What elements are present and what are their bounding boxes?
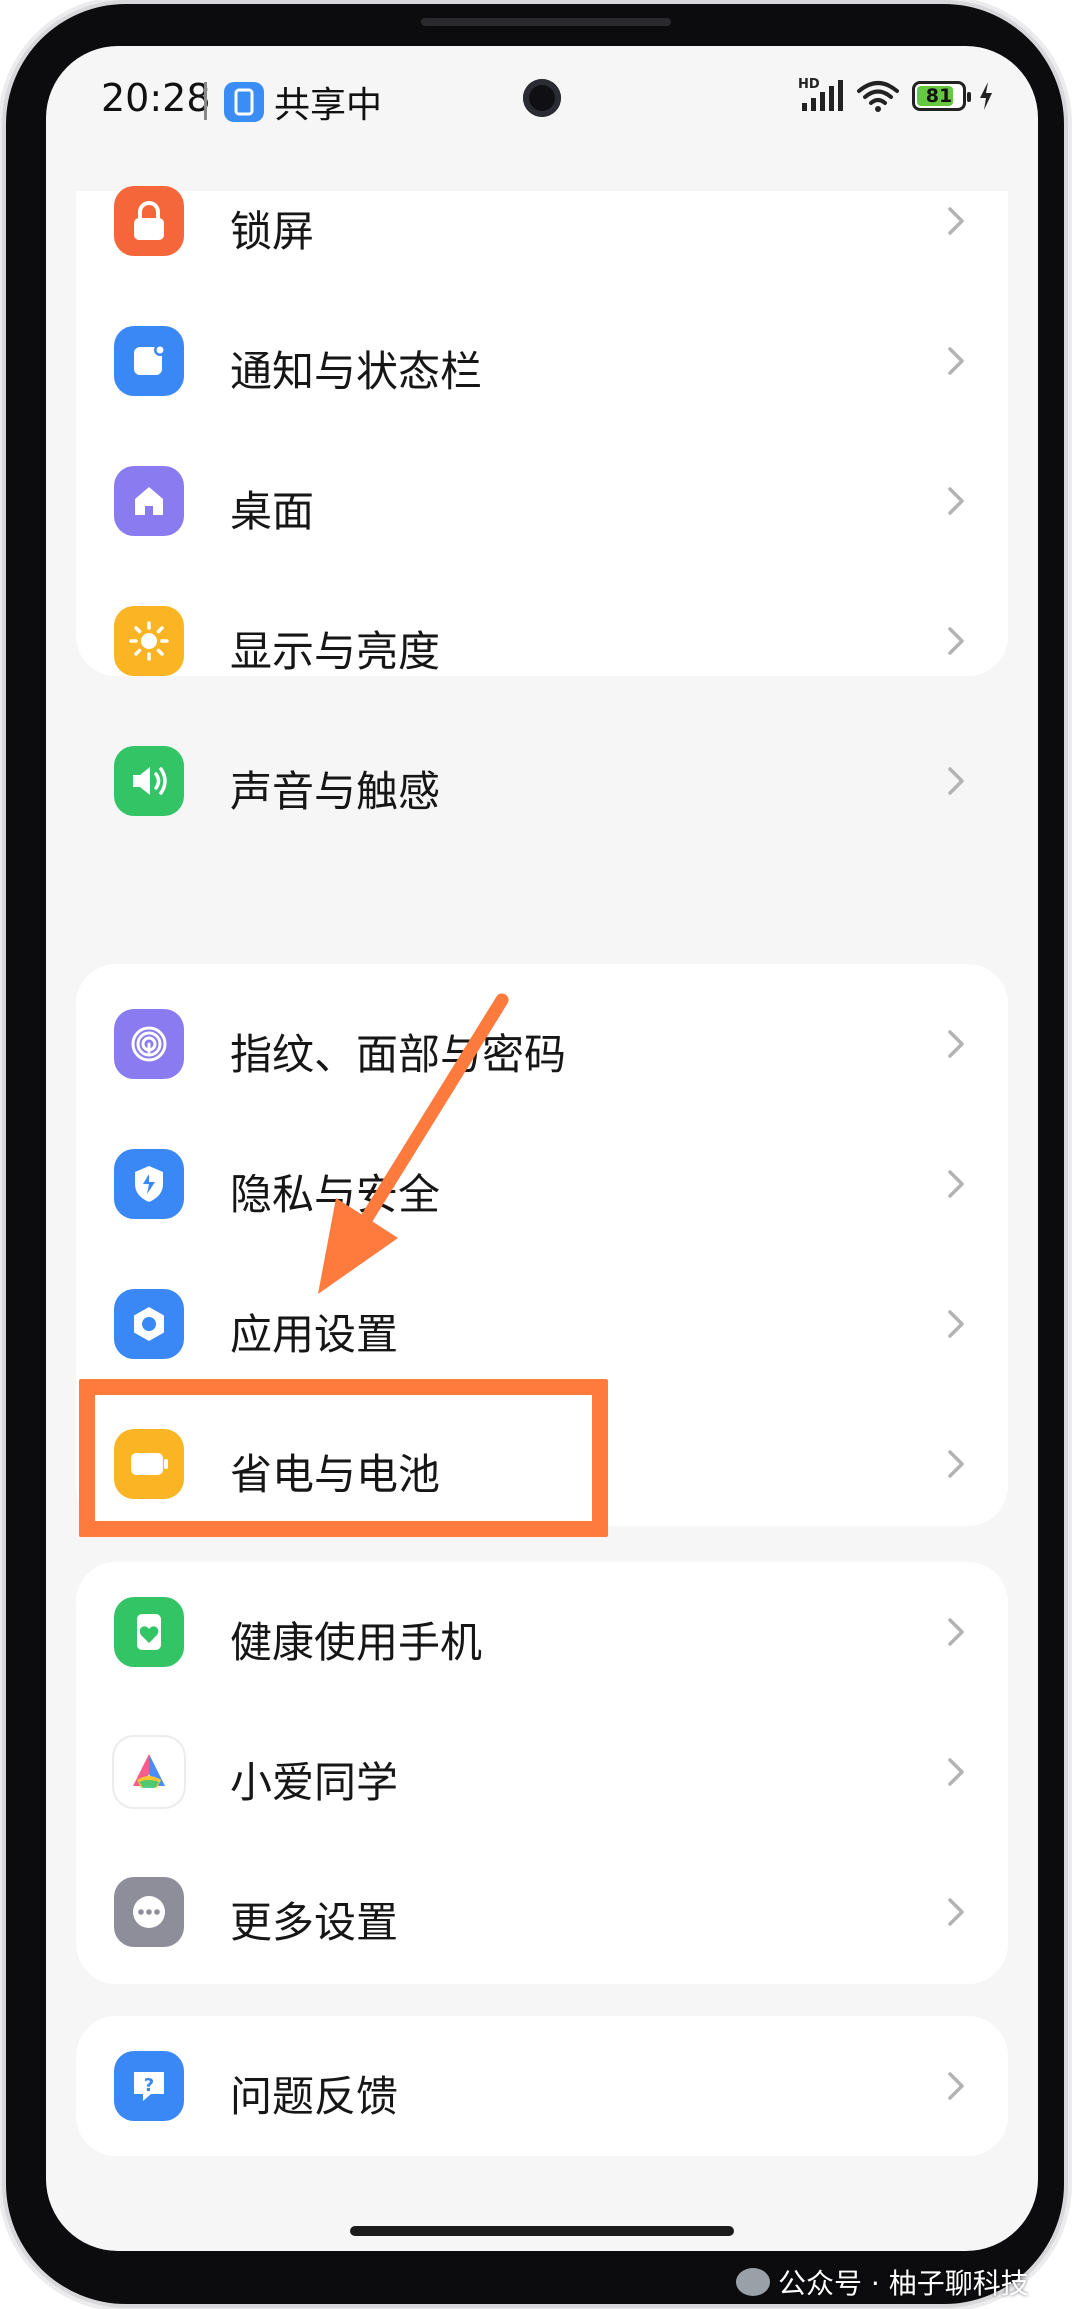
settings-item-privacy-security[interactable]: 隐私与安全 <box>76 1114 1008 1254</box>
feedback-icon: ? <box>114 2051 184 2121</box>
settings-item-lock-screen[interactable]: 锁屏 <box>76 151 1008 291</box>
fingerprint-icon <box>114 1009 184 1079</box>
front-camera <box>523 79 561 117</box>
settings-item-label: 小爱同学 <box>230 1758 399 1807</box>
annotation-highlight-box <box>79 1379 608 1537</box>
earpiece-speaker <box>421 18 671 26</box>
chevron-right-icon <box>948 1450 964 1478</box>
signal-icon: HD <box>798 77 844 113</box>
app-settings-icon <box>114 1289 184 1359</box>
wifi-icon <box>857 81 899 112</box>
settings-group-feedback: ? 问题反馈 <box>76 2016 1008 2156</box>
chevron-right-icon <box>948 1618 964 1646</box>
status-divider <box>204 82 207 120</box>
settings-item-sound-haptics[interactable]: 声音与触感 <box>76 711 1008 851</box>
settings-item-xiaoai-assistant[interactable]: 小爱同学 <box>76 1702 1008 1842</box>
settings-item-digital-wellbeing[interactable]: 健康使用手机 <box>76 1562 1008 1702</box>
chevron-right-icon <box>948 627 964 655</box>
screen-share-icon <box>224 82 264 122</box>
chevron-right-icon <box>948 207 964 235</box>
sun-icon <box>114 606 184 676</box>
settings-group-display: 锁屏 通知与状态栏 桌面 显示与亮度 声音与触感 <box>76 186 1008 816</box>
assistant-icon <box>114 1737 184 1807</box>
svg-text:?: ? <box>144 2075 154 2096</box>
status-icons: HD 81 <box>798 77 994 113</box>
settings-group-misc: 健康使用手机 小爱同学 更多设置 <box>76 1562 1008 1984</box>
notification-icon <box>114 326 184 396</box>
phone-frame: 20:28 共享中 HD 81 锁屏 通知与状态栏 桌面 显示与亮度 声音与触感… <box>6 4 1064 2304</box>
settings-item-label: 健康使用手机 <box>230 1618 483 1667</box>
settings-item-more-settings[interactable]: 更多设置 <box>76 1842 1008 1982</box>
chevron-right-icon <box>948 767 964 795</box>
settings-item-label: 锁屏 <box>230 207 315 256</box>
settings-item-label: 隐私与安全 <box>230 1170 441 1219</box>
settings-item-label: 通知与状态栏 <box>230 347 483 396</box>
settings-item-label: 问题反馈 <box>230 2072 399 2121</box>
screen-share-indicator[interactable]: 共享中 <box>224 76 382 128</box>
settings-item-label: 指纹、面部与密码 <box>230 1030 567 1079</box>
settings-item-notifications[interactable]: 通知与状态栏 <box>76 291 1008 431</box>
wechat-icon <box>736 2268 770 2296</box>
screen: 20:28 共享中 HD 81 锁屏 通知与状态栏 桌面 显示与亮度 声音与触感… <box>46 46 1038 2251</box>
shield-icon <box>114 1149 184 1219</box>
settings-item-app-settings[interactable]: 应用设置 <box>76 1254 1008 1394</box>
more-icon <box>114 1877 184 1947</box>
battery-cap <box>967 92 971 102</box>
chevron-right-icon <box>948 1310 964 1338</box>
watermark-text: 公众号 · 柚子聊科技 <box>778 2267 1029 2300</box>
charging-bolt-icon <box>980 82 992 110</box>
chevron-right-icon <box>948 1030 964 1058</box>
settings-item-label: 显示与亮度 <box>230 627 441 676</box>
speaker-icon <box>114 746 184 816</box>
settings-item-home-screen[interactable]: 桌面 <box>76 431 1008 571</box>
home-indicator[interactable] <box>350 2226 734 2236</box>
chevron-right-icon <box>948 347 964 375</box>
chevron-right-icon <box>948 487 964 515</box>
settings-item-label: 更多设置 <box>230 1898 399 1947</box>
settings-item-label: 桌面 <box>230 487 315 536</box>
settings-item-display-brightness[interactable]: 显示与亮度 <box>76 571 1008 711</box>
status-bar: 20:28 共享中 HD 81 <box>46 46 1038 156</box>
settings-item-label: 声音与触感 <box>230 767 441 816</box>
lock-icon <box>114 186 184 256</box>
battery-level: 81 <box>925 85 953 107</box>
settings-item-feedback[interactable]: ? 问题反馈 <box>76 2016 1008 2156</box>
chevron-right-icon <box>948 1170 964 1198</box>
chevron-right-icon <box>948 1758 964 1786</box>
screen-share-label: 共享中 <box>274 85 383 126</box>
home-icon <box>114 466 184 536</box>
battery-indicator: 81 <box>912 81 971 111</box>
settings-item-fingerprint-face-password[interactable]: 指纹、面部与密码 <box>76 974 1008 1114</box>
chevron-right-icon <box>948 1898 964 1926</box>
status-time: 20:28 <box>101 76 211 120</box>
health-icon <box>114 1597 184 1667</box>
chevron-right-icon <box>948 2072 964 2100</box>
settings-item-label: 应用设置 <box>230 1310 399 1359</box>
watermark: 公众号 · 柚子聊科技 <box>736 2262 1029 2302</box>
